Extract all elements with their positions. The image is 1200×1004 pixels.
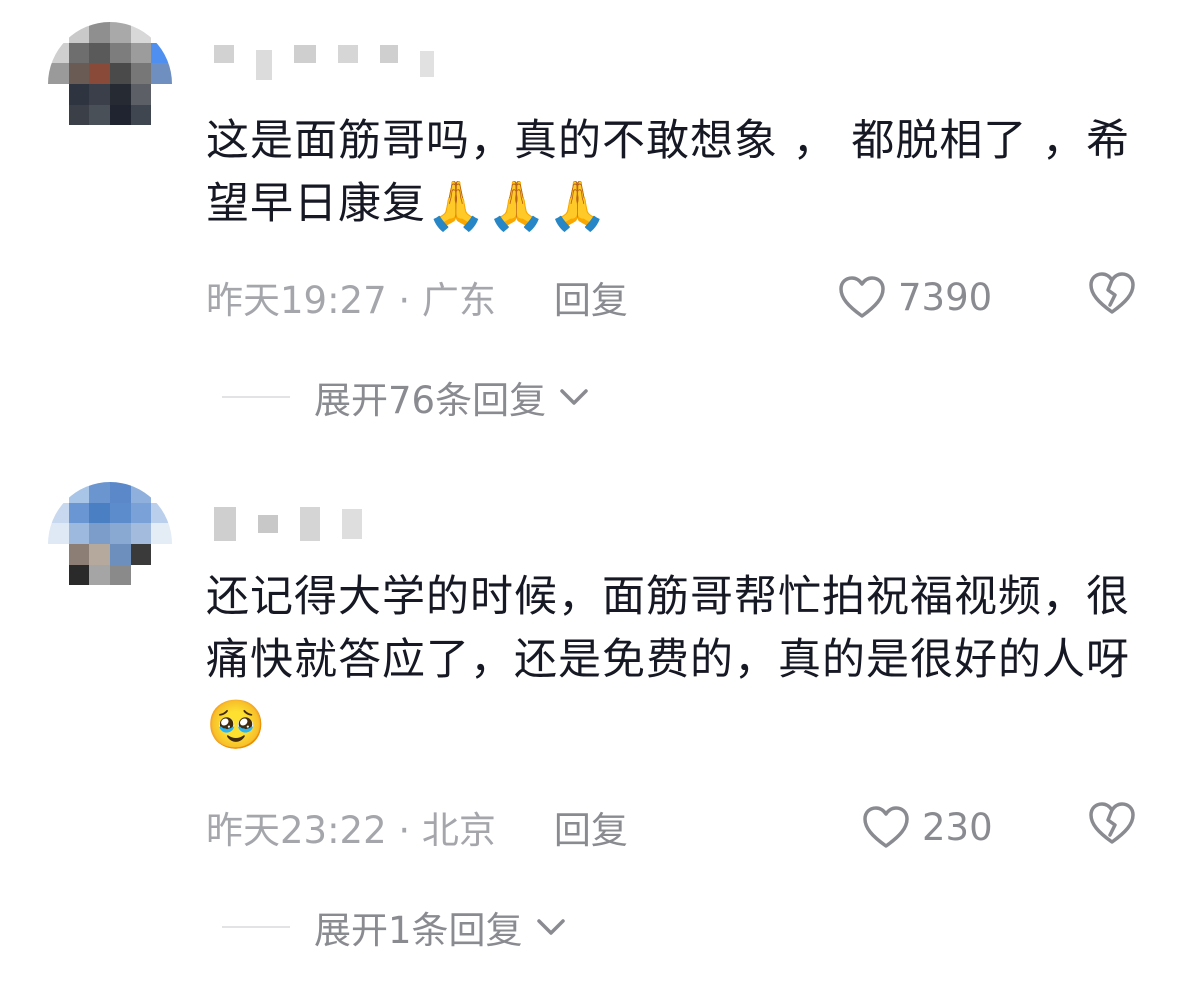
comment-text: 这是面筋哥吗，真的不敢想象 ， 都脱相了 ，希望早日康复🙏🙏🙏 (206, 110, 1166, 238)
broken-heart-icon (1089, 271, 1135, 314)
holding-back-tears-emoji: 🥹 (206, 697, 267, 753)
comment-text: 还记得大学的时候，面筋哥帮忙拍祝福视频，很痛快就答应了，还是免费的，真的是很好的… (206, 566, 1166, 757)
username-blurred[interactable] (214, 504, 362, 544)
comment-meta: 昨天19:27 · 广东 回复 7390 (206, 270, 1146, 324)
timestamp-location: 昨天19:27 · 广东 (206, 279, 496, 322)
reply-button[interactable]: 回复 (554, 800, 628, 854)
divider-line (222, 396, 290, 398)
like-button[interactable]: 7390 (838, 275, 992, 319)
reply-button[interactable]: 回复 (554, 270, 628, 324)
timestamp-location: 昨天23:22 · 北京 (206, 809, 496, 852)
expand-replies-button[interactable]: 展开1条回复 (222, 902, 567, 952)
heart-outline-icon (839, 276, 885, 318)
like-count: 230 (922, 805, 993, 849)
comment-meta: 昨天23:22 · 北京 回复 230 (206, 800, 1146, 854)
heart-outline-icon (863, 806, 909, 848)
expand-replies-label: 展开76条回复 (314, 379, 547, 422)
dislike-button[interactable] (1088, 801, 1136, 854)
chevron-down-icon (560, 389, 588, 405)
chevron-down-icon (536, 919, 565, 935)
avatar[interactable] (48, 482, 172, 606)
username-blurred[interactable] (214, 34, 434, 80)
expand-replies-label: 展开1条回复 (314, 909, 523, 952)
praying-hands-emoji: 🙏🙏🙏 (426, 178, 609, 234)
broken-heart-icon (1089, 801, 1135, 844)
comment-text-content: 这是面筋哥吗，真的不敢想象 ， 都脱相了 ，希望早日康复 (206, 116, 1131, 229)
dislike-button[interactable] (1088, 271, 1136, 324)
like-button[interactable]: 230 (862, 805, 993, 849)
comment-text-content: 还记得大学的时候，面筋哥帮忙拍祝福视频，很痛快就答应了，还是免费的，真的是很好的… (206, 572, 1130, 685)
avatar[interactable] (48, 22, 172, 146)
divider-line (222, 926, 290, 928)
like-count: 7390 (898, 275, 993, 319)
expand-replies-button[interactable]: 展开76条回复 (222, 372, 590, 422)
